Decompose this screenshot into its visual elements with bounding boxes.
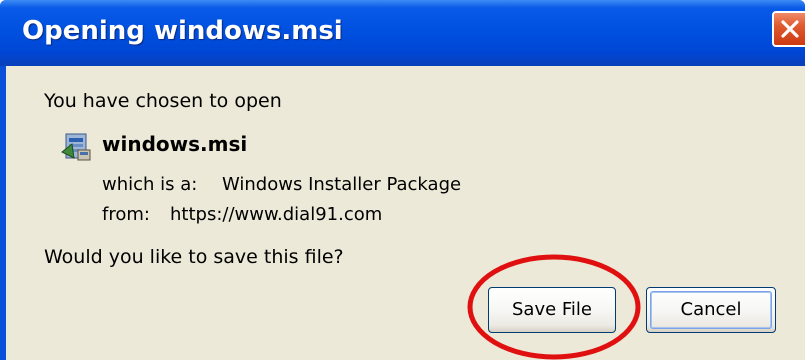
msi-installer-icon [61,133,91,161]
source-label: from: [102,204,150,225]
window-title: Opening windows.msi [22,16,343,46]
close-icon [781,20,799,38]
save-question: Would you like to save this file? [44,246,344,268]
dialog-body: You have chosen to open windows.msi whic… [6,66,805,360]
close-button[interactable] [772,11,805,47]
title-bar[interactable]: Opening windows.msi [0,0,805,66]
cancel-button[interactable]: Cancel [646,287,776,333]
file-name: windows.msi [102,132,248,156]
intro-text: You have chosen to open [44,90,282,112]
file-download-dialog: Opening windows.msi You have chosen to o… [0,0,805,360]
source-url: https://www.dial91.com [170,204,383,225]
file-type-value: Windows Installer Package [222,174,462,195]
cancel-button-label: Cancel [680,299,742,320]
save-file-button[interactable]: Save File [488,287,616,333]
file-type-label: which is a: [102,174,198,195]
